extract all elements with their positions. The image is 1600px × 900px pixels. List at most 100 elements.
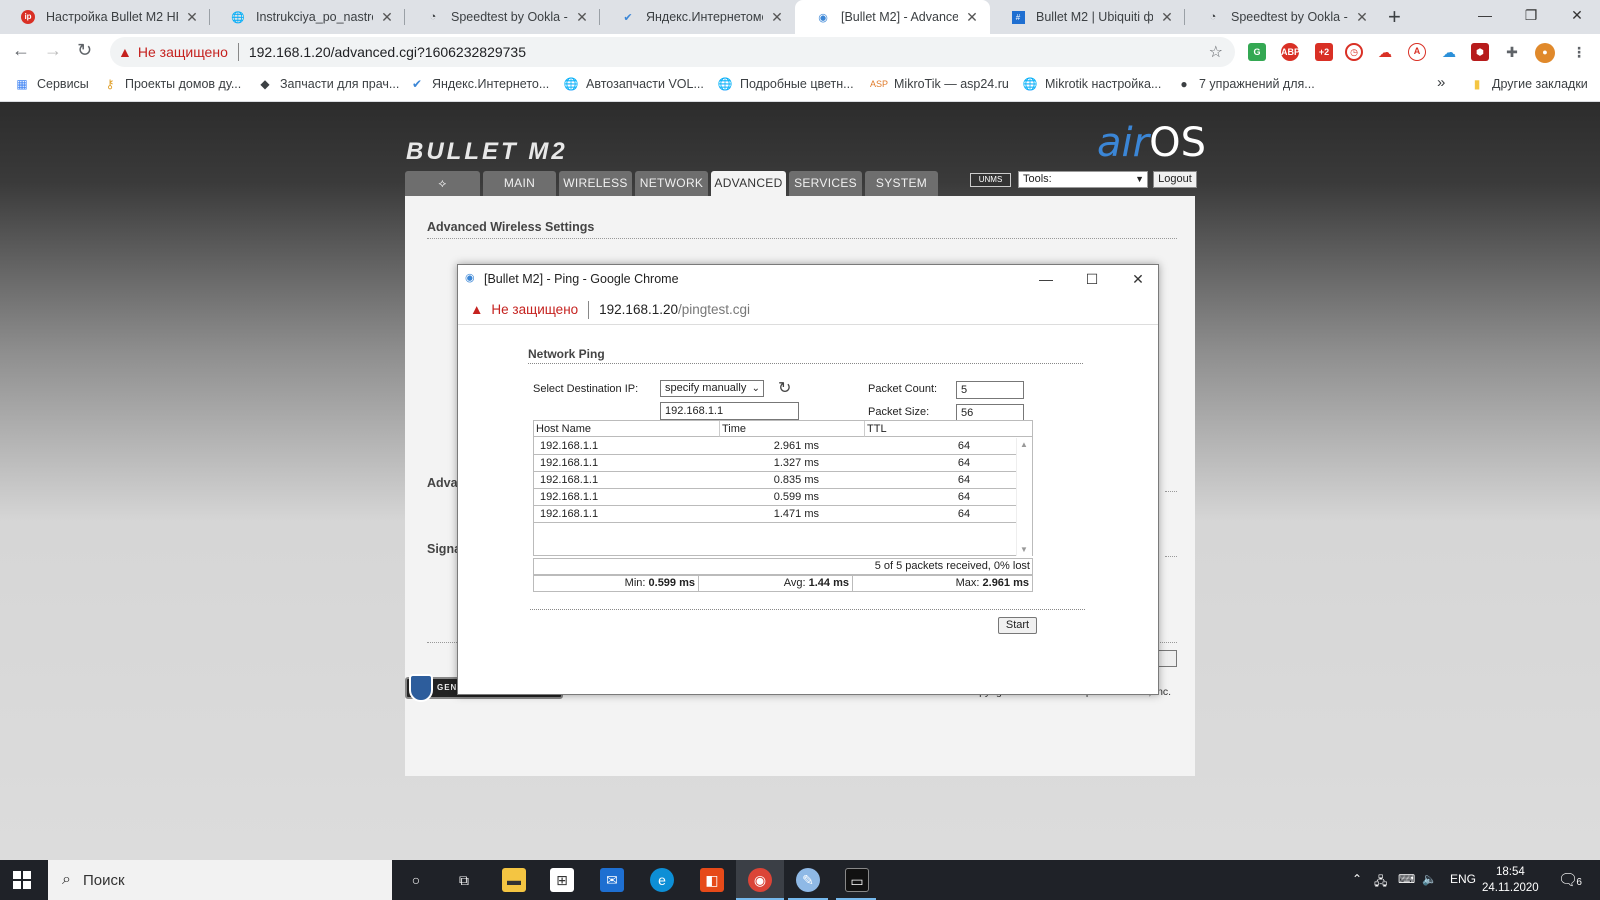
bookmarks-overflow[interactable]: »: [1437, 74, 1445, 91]
tab-4-active[interactable]: ◉ [Bullet M2] - Advanced ✕: [795, 0, 990, 34]
network-icon[interactable]: 🖧: [1374, 872, 1387, 893]
tab-5[interactable]: # Bullet M2 | Ubiquiti фор ✕: [990, 0, 1185, 34]
refresh-icon[interactable]: ↻: [778, 378, 791, 398]
bookmark-item[interactable]: ✔ Яндекс.Интернето...: [410, 77, 549, 91]
volume-icon[interactable]: 🔈: [1422, 872, 1437, 886]
change-button-partial[interactable]: [1157, 650, 1177, 667]
tab-system[interactable]: SYSTEM: [865, 171, 938, 196]
extension-a-icon[interactable]: A: [1408, 43, 1426, 61]
close-icon[interactable]: ✕: [1354, 9, 1370, 26]
packet-count-input[interactable]: 5: [956, 381, 1024, 399]
scroll-up-arrow-icon[interactable]: ▲: [1020, 440, 1028, 449]
minimize-button[interactable]: —: [1024, 267, 1068, 291]
close-icon[interactable]: ✕: [184, 9, 200, 26]
bookmark-item[interactable]: ▦ Сервисы: [15, 77, 89, 91]
close-window-button[interactable]: ✕: [1116, 267, 1160, 291]
bookmark-label: Автозапчасти VOL...: [586, 77, 704, 91]
office-icon[interactable]: ◧: [700, 868, 724, 892]
forum-icon: #: [1010, 9, 1026, 25]
cloud-blue-icon[interactable]: ☁: [1440, 43, 1458, 61]
cloud-icon[interactable]: ☁: [1376, 43, 1394, 61]
tab-advanced[interactable]: ADVANCED: [711, 171, 786, 196]
address-bar[interactable]: ▲ Не защищено 192.168.1.20/advanced.cgi?…: [110, 37, 1235, 67]
tab-2[interactable]: ◔ Speedtest by Ookla - The ✕: [405, 0, 600, 34]
tab-3[interactable]: ✔ Яндекс.Интернетометр ✕: [600, 0, 795, 34]
language-indicator[interactable]: ENG: [1450, 872, 1476, 886]
tools-select[interactable]: Tools: ▼: [1018, 171, 1148, 188]
other-bookmarks[interactable]: ▮ Другие закладки: [1470, 77, 1588, 91]
maximize-button[interactable]: ☐: [1070, 267, 1114, 291]
cortana-icon[interactable]: ○: [404, 868, 428, 892]
tab-0[interactable]: ip Настройка Bullet M2 HP ✕: [0, 0, 210, 34]
close-icon[interactable]: ✕: [769, 9, 785, 26]
tab-services[interactable]: SERVICES: [789, 171, 862, 196]
task-view-icon[interactable]: ⧉: [452, 868, 476, 892]
minimize-button[interactable]: —: [1462, 0, 1508, 34]
menu-dots-icon[interactable]: ⋮: [1570, 43, 1588, 61]
close-icon[interactable]: ✕: [379, 9, 395, 26]
reload-icon[interactable]: ↻: [77, 40, 92, 61]
tab-6[interactable]: ◔ Speedtest by Ookla - The ✕: [1185, 0, 1380, 34]
close-icon[interactable]: ✕: [1159, 9, 1175, 26]
chrome-icon[interactable]: ◉: [748, 868, 772, 892]
close-window-button[interactable]: ✕: [1554, 0, 1600, 34]
chevron-up-icon[interactable]: ⌃: [1352, 872, 1362, 886]
adblock-icon[interactable]: ABP: [1281, 43, 1300, 61]
extension-badge-icon[interactable]: +2: [1315, 43, 1333, 61]
extension-circle-icon[interactable]: ◷: [1345, 43, 1363, 61]
new-tab-button[interactable]: +: [1388, 4, 1401, 30]
logout-button[interactable]: Logout: [1153, 171, 1197, 188]
stat-min-value: 0.599 ms: [648, 577, 695, 589]
back-arrow-icon[interactable]: ←: [12, 40, 30, 61]
bookmark-item[interactable]: ⚷ Проекты домов ду...: [103, 77, 242, 91]
airos-logo-os: OS: [1149, 120, 1206, 166]
windows-start-icon[interactable]: [13, 871, 31, 889]
close-icon[interactable]: ✕: [964, 9, 980, 26]
bookmark-item[interactable]: 🌐 Подробные цветн...: [718, 77, 854, 91]
edge-icon[interactable]: e: [650, 868, 674, 892]
wifi-icon[interactable]: ⌨: [1398, 872, 1415, 886]
table-scrollbar[interactable]: ▲ ▼: [1016, 438, 1032, 556]
start-button[interactable]: Start: [998, 617, 1037, 634]
popup-address-bar[interactable]: ▲ Не защищено 192.168.1.20/pingtest.cgi: [458, 295, 1158, 325]
stat-max-label: Max:: [955, 577, 980, 589]
destination-ip-input[interactable]: 192.168.1.1: [660, 402, 799, 420]
terminal-icon[interactable]: ▭: [845, 868, 869, 892]
not-secure-label: Не защищено: [491, 302, 579, 317]
bookmark-item[interactable]: 🌐 Mikrotik настройка...: [1023, 77, 1162, 91]
cell-host: 192.168.1.1: [540, 508, 599, 520]
taskbar-clock[interactable]: 18:54 24.11.2020: [1482, 864, 1539, 896]
extensions-puzzle-icon[interactable]: ✚: [1503, 43, 1521, 61]
tab-network[interactable]: NETWORK: [635, 171, 708, 196]
bookmark-item[interactable]: ◆ Запчасти для прач...: [258, 77, 399, 91]
bookmark-item[interactable]: 🌐 Автозапчасти VOL...: [564, 77, 704, 91]
tab-main[interactable]: MAIN: [483, 171, 556, 196]
bookmark-star-icon[interactable]: ☆: [1209, 42, 1223, 62]
close-icon[interactable]: ✕: [574, 9, 590, 26]
table-row: 192.168.1.1 2.961 ms 64: [534, 438, 1016, 455]
bookmark-item[interactable]: ASP MikroTik — asp24.ru: [870, 77, 1009, 91]
tab-wireless[interactable]: WIRELESS: [559, 171, 632, 196]
tab-ubnt-logo[interactable]: ⟡: [405, 171, 480, 196]
notification-center-icon[interactable]: 🗨6: [1558, 870, 1582, 890]
avatar[interactable]: ●: [1535, 43, 1555, 63]
forward-arrow-icon[interactable]: →: [44, 40, 62, 61]
globe-icon: 🌐: [717, 77, 733, 91]
paint-icon[interactable]: ✎: [796, 868, 820, 892]
pdf-icon[interactable]: ⬢: [1471, 43, 1489, 61]
destination-select[interactable]: specify manually ⌄: [660, 380, 764, 397]
unms-badge[interactable]: UNMS: [970, 173, 1011, 187]
bookmark-item[interactable]: ● 7 упражнений для...: [1177, 77, 1314, 91]
tab-1[interactable]: 🌐 Instrukciya_po_nastroyke ✕: [210, 0, 405, 34]
cell-ttl: 64: [957, 474, 971, 486]
bookmark-label: Сервисы: [37, 77, 89, 91]
mail-icon[interactable]: ✉: [600, 868, 624, 892]
extension-google-icon[interactable]: G: [1248, 43, 1266, 61]
tab-title: Instrukciya_po_nastroyke: [256, 10, 373, 24]
taskbar-search[interactable]: ⌕ Поиск: [48, 860, 392, 900]
restore-button[interactable]: ❐: [1508, 0, 1554, 34]
store-icon[interactable]: ⊞: [550, 868, 574, 892]
file-explorer-icon[interactable]: ▬: [502, 868, 526, 892]
table-row: 192.168.1.1 0.835 ms 64: [534, 472, 1016, 489]
scroll-down-arrow-icon[interactable]: ▼: [1020, 545, 1028, 554]
